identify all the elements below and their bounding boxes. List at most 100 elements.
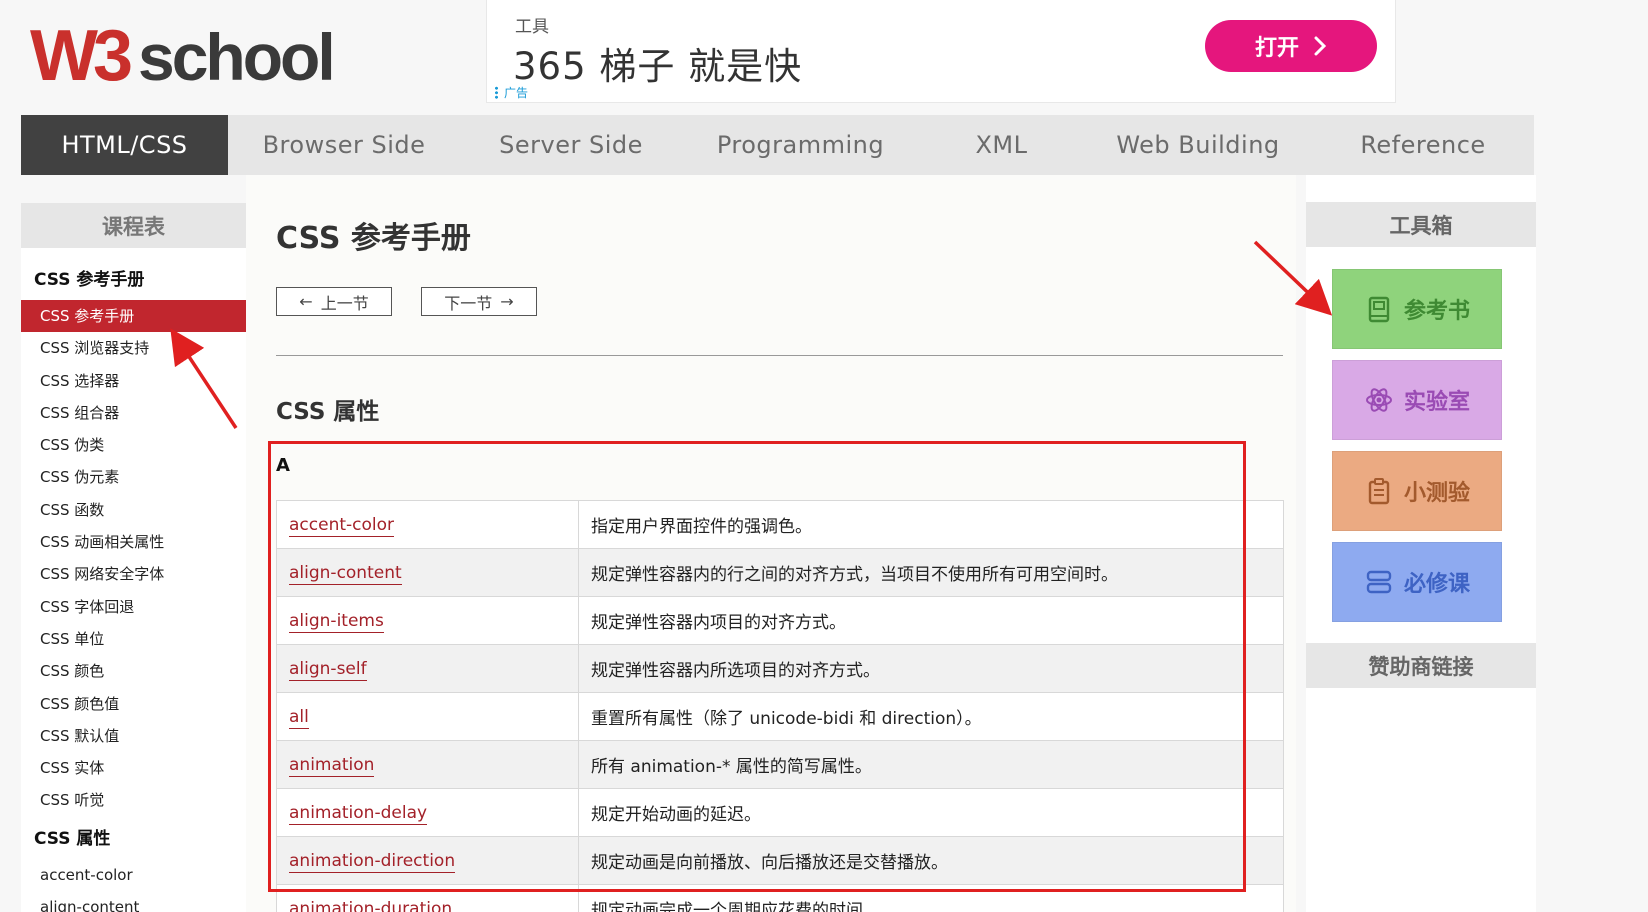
clipboard-icon — [1368, 478, 1390, 505]
property-link[interactable]: animation-direction — [289, 850, 456, 873]
property-link[interactable]: align-items — [289, 610, 384, 633]
sidebar-item-css-reference[interactable]: CSS 参考手册 — [21, 300, 246, 333]
description-cell: 规定动画是向前播放、向后播放还是交替播放。 — [578, 836, 1284, 885]
sidebar-item-pseudo-elements[interactable]: CSS 伪元素 — [21, 461, 246, 493]
sidebar-item-colors[interactable]: CSS 颜色 — [21, 655, 246, 687]
property-link[interactable]: animation-delay — [289, 802, 428, 825]
description-cell: 规定弹性容器内所选项目的对齐方式。 — [578, 644, 1284, 693]
table-row: accent-color 指定用户界面控件的强调色。 — [276, 500, 1284, 549]
ad-note: 广告 — [495, 84, 528, 101]
sidebar-group-css-properties: CSS 属性 — [34, 828, 111, 849]
chevron-right-icon — [1314, 36, 1327, 56]
page-title: CSS 参考手册 — [276, 221, 471, 256]
property-cell: all — [276, 692, 579, 741]
sidebar-item-browser-support[interactable]: CSS 浏览器支持 — [21, 332, 246, 364]
tool-reference-book[interactable]: 参考书 — [1332, 269, 1502, 349]
svg-text:school: school — [138, 20, 333, 94]
property-cell: animation-delay — [276, 788, 579, 837]
nav-tab-programming[interactable]: Programming — [682, 115, 919, 175]
table-row: animation 所有 animation-* 属性的简写属性。 — [276, 740, 1284, 789]
property-cell: animation-direction — [276, 836, 579, 885]
sidebar-item-animatable[interactable]: CSS 动画相关属性 — [21, 526, 246, 558]
prev-button[interactable]: ← 上一节 — [276, 287, 392, 316]
tool-quiz[interactable]: 小测验 — [1332, 451, 1502, 531]
description-cell: 规定开始动画的延迟。 — [578, 788, 1284, 837]
book-icon — [1368, 296, 1390, 323]
tool-quiz-label: 小测验 — [1403, 481, 1470, 506]
description-cell: 指定用户界面控件的强调色。 — [578, 500, 1284, 549]
w3school-logo[interactable]: W3 school — [30, 14, 370, 96]
nav-tab-web-building[interactable]: Web Building — [1084, 115, 1312, 175]
tool-lab-label: 实验室 — [1403, 390, 1470, 415]
sidebar-item-font-fallbacks[interactable]: CSS 字体回退 — [21, 591, 246, 623]
sidebar-item-entities[interactable]: CSS 实体 — [21, 752, 246, 784]
top-nav: HTML/CSS Browser Side Server Side Progra… — [21, 115, 1534, 175]
tool-required-label: 必修课 — [1403, 572, 1470, 597]
description-cell: 规定弹性容器内项目的对齐方式。 — [578, 596, 1284, 645]
sidebar-item-functions[interactable]: CSS 函数 — [21, 494, 246, 526]
table-row: align-items 规定弹性容器内项目的对齐方式。 — [276, 596, 1284, 645]
nav-tab-browser-side[interactable]: Browser Side — [228, 115, 460, 175]
logo-graphic: W3 school — [30, 16, 336, 96]
ad-title: 365 梯子 就是快 — [513, 45, 803, 88]
right-sidebar: 工具箱 参考书 实验室 小测验 必修课 赞助商链接 — [1306, 175, 1536, 912]
property-link[interactable]: all — [289, 706, 309, 729]
sidebar-item-web-safe-fonts[interactable]: CSS 网络安全字体 — [21, 558, 246, 590]
property-link[interactable]: animation — [289, 754, 375, 777]
list-icon — [1366, 570, 1392, 594]
property-cell: accent-color — [276, 500, 579, 549]
description-cell: 规定动画完成一个周期应花费的时间。 — [578, 884, 1284, 912]
table-row: animation-duration 规定动画完成一个周期应花费的时间。 — [276, 884, 1284, 912]
nav-tab-reference[interactable]: Reference — [1312, 115, 1534, 175]
sidebar-item-color-values[interactable]: CSS 颜色值 — [21, 688, 246, 720]
sidebar-item-default-values[interactable]: CSS 默认值 — [21, 720, 246, 752]
arrow-left-icon: ← — [299, 292, 313, 311]
sidebar-item-units[interactable]: CSS 单位 — [21, 623, 246, 655]
description-cell: 重置所有属性（除了 unicode-bidi 和 direction）。 — [578, 692, 1284, 741]
tool-reference-label: 参考书 — [1403, 299, 1470, 324]
property-link[interactable]: align-content — [289, 562, 402, 585]
sidebar-item-align-content[interactable]: align-content — [21, 891, 246, 912]
svg-text:W3: W3 — [30, 16, 131, 94]
property-cell: align-content — [276, 548, 579, 597]
nav-tab-xml[interactable]: XML — [919, 115, 1084, 175]
next-label: 下一节 — [444, 293, 493, 313]
sponsor-heading: 赞助商链接 — [1306, 643, 1536, 688]
property-cell: align-items — [276, 596, 579, 645]
atom-icon — [1365, 388, 1392, 412]
property-cell: animation — [276, 740, 579, 789]
sidebar-item-selectors[interactable]: CSS 选择器 — [21, 365, 246, 397]
nav-tab-html-css[interactable]: HTML/CSS — [21, 115, 228, 175]
prev-label: 上一节 — [320, 293, 369, 313]
table-row: animation-delay 规定开始动画的延迟。 — [276, 788, 1284, 837]
property-cell: animation-duration — [276, 884, 579, 912]
sidebar-item-combinators[interactable]: CSS 组合器 — [21, 397, 246, 429]
description-cell: 规定弹性容器内的行之间的对齐方式，当项目不使用所有可用空间时。 — [578, 548, 1284, 597]
letter-heading: A — [276, 455, 290, 476]
ad-note-label: 广告 — [504, 86, 529, 100]
tool-required-course[interactable]: 必修课 — [1332, 542, 1502, 622]
sidebar-item-accent-color[interactable]: accent-color — [21, 859, 246, 891]
property-cell: align-self — [276, 644, 579, 693]
main-content: CSS 参考手册 ← 上一节 下一节 → CSS 属性 A accent-color… — [246, 175, 1296, 912]
property-link[interactable]: accent-color — [289, 514, 395, 537]
sidebar-item-pseudo-classes[interactable]: CSS 伪类 — [21, 429, 246, 461]
dots-icon — [495, 86, 498, 99]
nav-tab-server-side[interactable]: Server Side — [460, 115, 682, 175]
property-link[interactable]: align-self — [289, 658, 367, 681]
property-link[interactable]: animation-duration — [289, 898, 453, 912]
next-button[interactable]: 下一节 → — [421, 287, 537, 316]
ad-banner[interactable]: 工具 365 梯子 就是快 广告 打开 — [486, 0, 1396, 103]
ad-open-button[interactable]: 打开 — [1205, 20, 1377, 72]
left-sidebar: 课程表 CSS 参考手册 CSS 参考手册 CSS 浏览器支持 CSS 选择器 … — [21, 203, 246, 912]
description-cell: 所有 animation-* 属性的简写属性。 — [578, 740, 1284, 789]
toolbox-heading: 工具箱 — [1306, 202, 1536, 247]
ad-tag: 工具 — [515, 17, 549, 37]
table-row: align-content 规定弹性容器内的行之间的对齐方式，当项目不使用所有可用… — [276, 548, 1284, 597]
tool-lab[interactable]: 实验室 — [1332, 360, 1502, 440]
sidebar-item-aural[interactable]: CSS 听觉 — [21, 784, 246, 816]
table-row: animation-direction 规定动画是向前播放、向后播放还是交替播放。 — [276, 836, 1284, 885]
table-row: align-self 规定弹性容器内所选项目的对齐方式。 — [276, 644, 1284, 693]
properties-table: accent-color 指定用户界面控件的强调色。 align-content 规定… — [276, 500, 1284, 912]
arrow-right-icon: → — [500, 292, 514, 311]
